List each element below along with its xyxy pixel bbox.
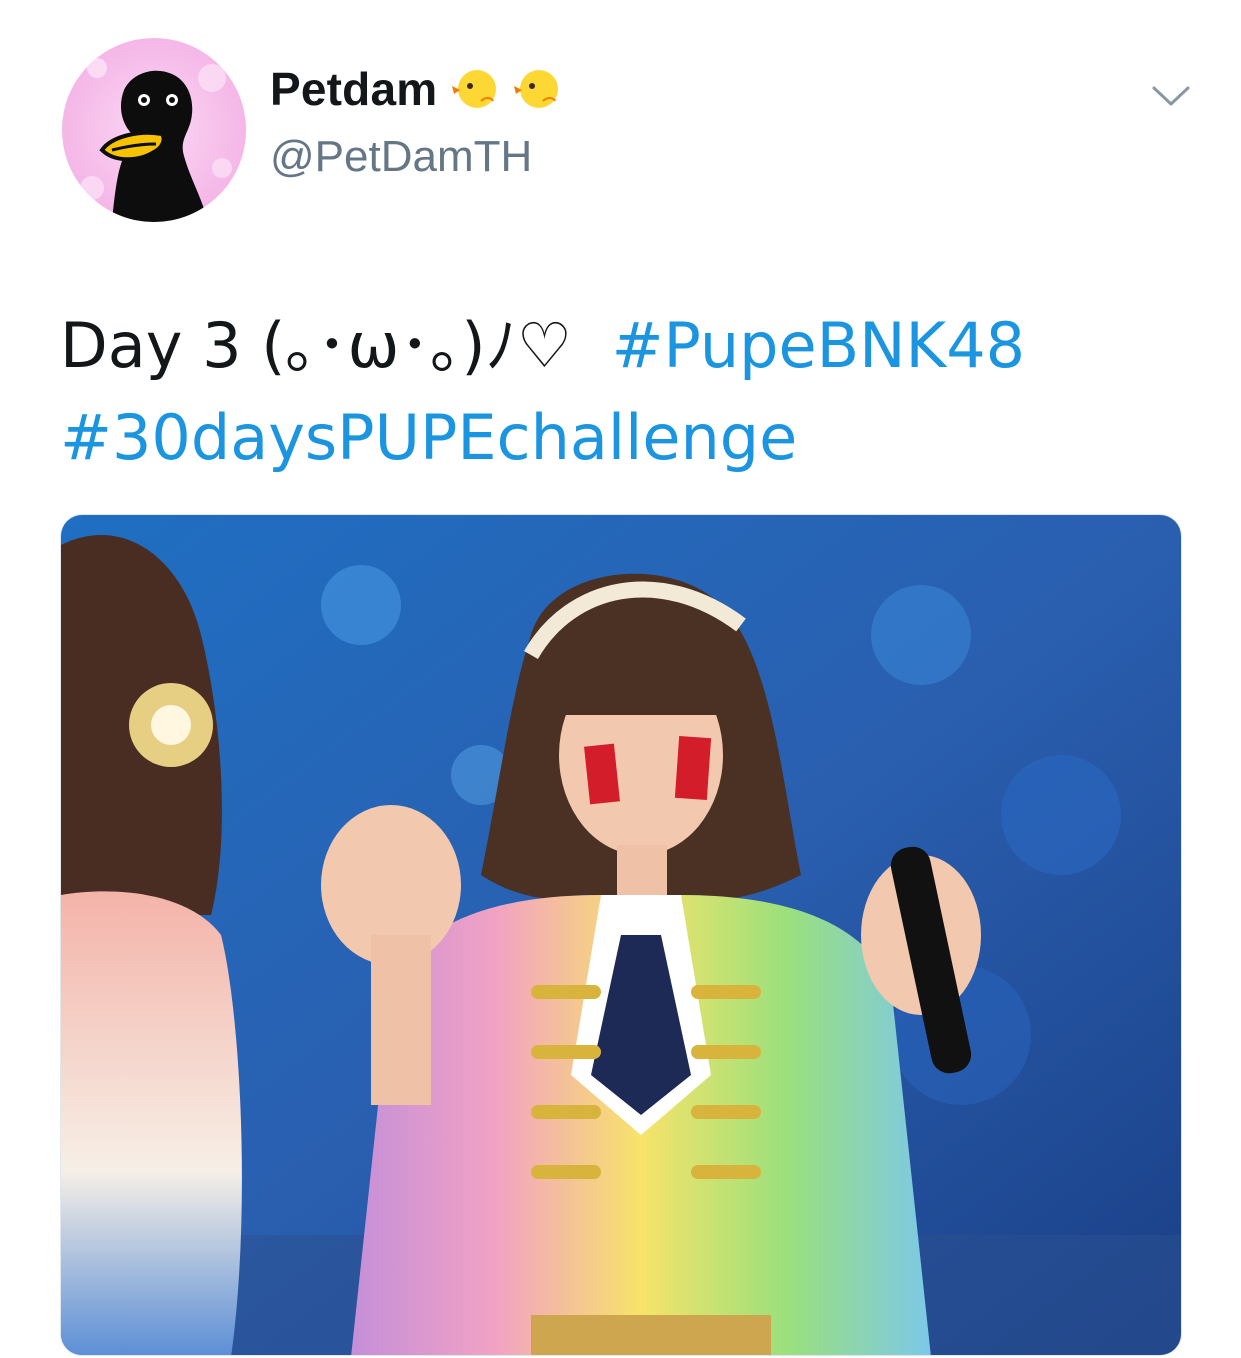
user-handle[interactable]: @PetDamTH <box>270 132 532 182</box>
baby-chick-icon <box>513 65 561 113</box>
chevron-down-icon[interactable] <box>1150 80 1192 110</box>
tweet-body-text: Day 3 (｡･ω･｡)ﾉ♡ <box>60 309 573 382</box>
hashtag-link[interactable]: #PupeBNK48 <box>612 309 1026 382</box>
author-name-row[interactable]: Petdam <box>270 62 561 116</box>
avatar[interactable] <box>62 38 246 222</box>
tweet-photo[interactable] <box>60 514 1182 1356</box>
hashtag-link[interactable]: #30daysPUPEchallenge <box>60 401 797 474</box>
baby-chick-icon <box>451 65 499 113</box>
tweet-text: Day 3 (｡･ω･｡)ﾉ♡ #PupeBNK48 #30daysPUPEch… <box>60 300 1190 484</box>
display-name[interactable]: Petdam <box>270 62 437 116</box>
penguin-duck-avatar-icon <box>62 38 246 222</box>
photo-stage-performer-icon <box>61 515 1181 1355</box>
